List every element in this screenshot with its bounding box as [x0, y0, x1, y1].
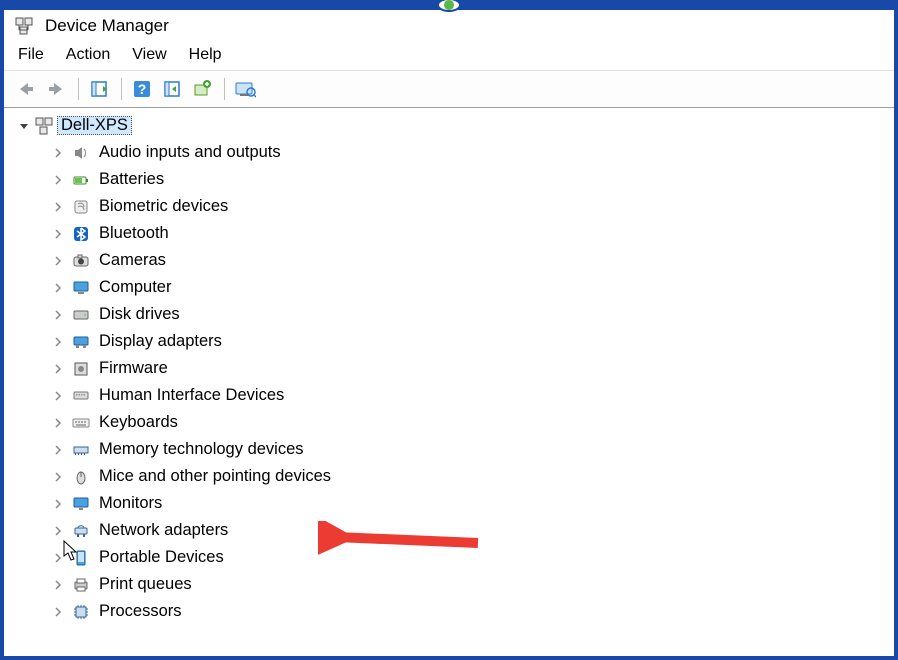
tree-node-label[interactable]: Disk drives [97, 306, 180, 323]
mouse-icon [71, 467, 91, 487]
menu-file[interactable]: File [18, 46, 44, 64]
tree-node[interactable]: Display adapters [50, 328, 894, 355]
toolbar-addhw-button[interactable] [188, 75, 216, 103]
expander-icon[interactable] [50, 526, 66, 536]
tree-node[interactable]: Network adapters [50, 517, 894, 544]
tree-node-label[interactable]: Biometric devices [97, 198, 228, 215]
tree-node-label[interactable]: Cameras [97, 252, 166, 269]
toolbar-scan-button[interactable] [158, 75, 186, 103]
expander-icon[interactable] [50, 607, 66, 617]
menu-view[interactable]: View [132, 46, 166, 64]
menubar: File Action View Help [4, 40, 894, 71]
tree-node-label[interactable]: Mice and other pointing devices [97, 468, 331, 485]
tree-node[interactable]: Disk drives [50, 301, 894, 328]
tree-node-label[interactable]: Portable Devices [97, 549, 224, 566]
tree-root-label[interactable]: Dell-XPS [57, 116, 132, 135]
computer-icon [71, 278, 91, 298]
expander-icon[interactable] [50, 418, 66, 428]
toolbar-help-button[interactable]: ? [128, 75, 156, 103]
toolbar-separator [224, 78, 225, 100]
app-icon [14, 16, 34, 36]
tree-node-label[interactable]: Print queues [97, 576, 192, 593]
tree-node[interactable]: Computer [50, 274, 894, 301]
toolbar-properties-button[interactable] [231, 75, 259, 103]
memory-icon [71, 440, 91, 460]
expander-icon[interactable] [50, 364, 66, 374]
device-tree[interactable]: Dell-XPS Audio inputs and outputs Batteri… [4, 108, 894, 656]
tree-node-label[interactable]: Firmware [97, 360, 168, 377]
processor-icon [71, 602, 91, 622]
battery-icon [71, 170, 91, 190]
tree-root-row[interactable]: Dell-XPS [16, 112, 894, 139]
firmware-icon [71, 359, 91, 379]
tree-node[interactable]: Firmware [50, 355, 894, 382]
expander-icon[interactable] [50, 148, 66, 158]
tree-node-label[interactable]: Audio inputs and outputs [97, 144, 281, 161]
tree-node-label[interactable]: Monitors [97, 495, 162, 512]
expander-icon[interactable] [50, 553, 66, 563]
tree-node-label[interactable]: Keyboards [97, 414, 178, 431]
tree-node[interactable]: Cameras [50, 247, 894, 274]
tree-node[interactable]: Monitors [50, 490, 894, 517]
titlebar: Device Manager [4, 10, 894, 40]
expander-icon[interactable] [50, 391, 66, 401]
expander-icon[interactable] [50, 229, 66, 239]
toolbar-separator [121, 78, 122, 100]
fingerprint-icon [71, 197, 91, 217]
network-icon [71, 521, 91, 541]
tree-node[interactable]: Batteries [50, 166, 894, 193]
bluetooth-icon [71, 224, 91, 244]
window-title: Device Manager [45, 16, 169, 36]
tree-node[interactable]: Portable Devices [50, 544, 894, 571]
expander-icon[interactable] [50, 499, 66, 509]
expander-icon[interactable] [16, 121, 32, 131]
expander-icon[interactable] [50, 283, 66, 293]
hid-icon [71, 386, 91, 406]
expander-icon[interactable] [50, 472, 66, 482]
toolbar: ? [4, 71, 894, 108]
tree-node[interactable]: Biometric devices [50, 193, 894, 220]
portable-icon [71, 548, 91, 568]
toolbar-forward-button[interactable] [42, 75, 70, 103]
tree-node-label[interactable]: Batteries [97, 171, 164, 188]
expander-icon[interactable] [50, 310, 66, 320]
tree-node[interactable]: Print queues [50, 571, 894, 598]
tree-node[interactable]: Memory technology devices [50, 436, 894, 463]
tree-node[interactable]: Processors [50, 598, 894, 625]
display-adapter-icon [71, 332, 91, 352]
tree-node-label[interactable]: Memory technology devices [97, 441, 304, 458]
disk-icon [71, 305, 91, 325]
toolbar-showhide-button[interactable] [85, 75, 113, 103]
keyboard-icon [71, 413, 91, 433]
tree-node-label[interactable]: Network adapters [97, 522, 228, 539]
monitor-icon [71, 494, 91, 514]
expander-icon[interactable] [50, 445, 66, 455]
toolbar-separator [78, 78, 79, 100]
svg-text:?: ? [138, 81, 147, 97]
toolbar-back-button[interactable] [12, 75, 40, 103]
menu-action[interactable]: Action [66, 46, 110, 64]
menu-help[interactable]: Help [189, 46, 222, 64]
tree-node-label[interactable]: Processors [97, 603, 182, 620]
tree-node-label[interactable]: Computer [97, 279, 171, 296]
tree-node[interactable]: Bluetooth [50, 220, 894, 247]
tree-node[interactable]: Keyboards [50, 409, 894, 436]
expander-icon[interactable] [50, 337, 66, 347]
tree-node[interactable]: Human Interface Devices [50, 382, 894, 409]
tree-node[interactable]: Mice and other pointing devices [50, 463, 894, 490]
printer-icon [71, 575, 91, 595]
speaker-icon [71, 143, 91, 163]
expander-icon[interactable] [50, 580, 66, 590]
computer-root-icon [34, 116, 54, 136]
tree-node[interactable]: Audio inputs and outputs [50, 139, 894, 166]
expander-icon[interactable] [50, 256, 66, 266]
expander-icon[interactable] [50, 175, 66, 185]
tree-node-label[interactable]: Bluetooth [97, 225, 169, 242]
tree-node-label[interactable]: Display adapters [97, 333, 222, 350]
expander-icon[interactable] [50, 202, 66, 212]
camera-icon [71, 251, 91, 271]
tree-node-label[interactable]: Human Interface Devices [97, 387, 284, 404]
